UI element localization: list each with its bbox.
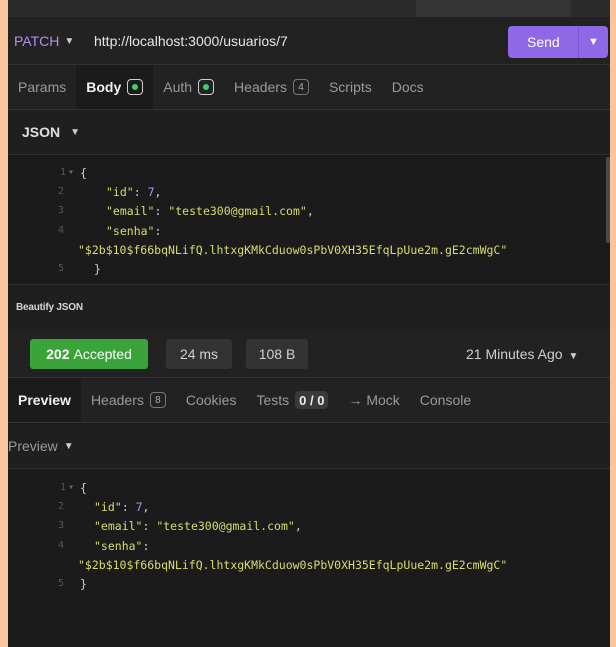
tab-label: Headers: [90, 392, 144, 408]
tab-label: Cookies: [185, 392, 237, 408]
chevron-down-icon: ▼: [63, 440, 74, 452]
code-line: "$2b$10$f66bqNLifQ.lhtxgKMkCduow0sPbV0XH…: [78, 243, 508, 257]
tab-preview[interactable]: Preview: [8, 378, 81, 422]
tab-label: Preview: [18, 392, 71, 408]
status-badge: 202 Accepted: [30, 339, 148, 369]
tab-auth[interactable]: Auth: [153, 65, 224, 109]
tab-cookies[interactable]: Cookies: [176, 378, 247, 422]
send-divider: [578, 26, 579, 58]
preview-mode-label: Preview: [8, 438, 58, 454]
code-line: {: [80, 481, 87, 495]
beautify-json-button[interactable]: Beautify JSON: [8, 284, 610, 331]
code-line: }: [94, 262, 101, 276]
tab-label: Console: [419, 392, 472, 408]
chevron-down-icon: ▼: [568, 351, 579, 362]
response-body-viewer: 1 ▾ { 2 "id": 7, 3 "email": "teste300@gma…: [8, 470, 610, 647]
method-label: PATCH: [14, 33, 60, 49]
headers-count-badge: 4: [292, 79, 309, 95]
code-line: "id": 7,: [106, 185, 162, 199]
response-time-badge: 24 ms: [166, 339, 232, 369]
code-line: "$2b$10$f66bqNLifQ.lhtxgKMkCduow0sPbV0XH…: [78, 558, 508, 572]
tab-label: Body: [86, 79, 122, 95]
tab-mock[interactable]: → Mock: [338, 378, 409, 422]
url-input[interactable]: http://localhost:3000/usuarios/7: [94, 33, 288, 49]
line-number: 4: [57, 540, 64, 551]
send-button[interactable]: Send ▼: [508, 26, 608, 58]
tab-params[interactable]: Params: [8, 65, 76, 109]
response-size-badge: 108 B: [246, 339, 308, 369]
tab-response-headers[interactable]: Headers 8: [81, 378, 176, 422]
tab-label: Auth: [163, 79, 193, 95]
code-line: "senha":: [106, 224, 162, 238]
request-url-bar: PATCH ▼ http://localhost:3000/usuarios/7…: [8, 17, 610, 65]
window-top-strip: [8, 0, 610, 17]
tab-label: Headers: [234, 79, 287, 95]
line-number: 2: [57, 501, 64, 512]
line-number: 3: [57, 520, 64, 531]
top-tab-area: [416, 0, 571, 17]
chevron-down-icon: ▼: [70, 126, 81, 138]
status-dot-icon: [127, 79, 144, 95]
line-number: 3: [57, 205, 64, 216]
chevron-down-icon[interactable]: ▼: [588, 36, 599, 48]
status-dot-icon: [198, 79, 215, 95]
send-label: Send: [527, 34, 560, 50]
headers-count-badge: 8: [149, 392, 166, 408]
tab-label: Params: [18, 79, 67, 95]
tab-tests[interactable]: Tests 0 / 0: [246, 378, 338, 422]
line-number: 5: [57, 263, 64, 274]
beautify-label: Beautify JSON: [16, 302, 83, 313]
code-line: }: [80, 577, 87, 591]
line-number: 2: [57, 186, 64, 197]
request-body-editor[interactable]: 1 ▾ { 2 "id": 7, 3 "email": "teste300@gma…: [8, 155, 610, 283]
tab-docs[interactable]: Docs: [382, 65, 434, 109]
body-type-label: JSON: [22, 124, 61, 140]
method-selector[interactable]: PATCH ▼: [14, 33, 74, 49]
tab-console[interactable]: Console: [410, 378, 481, 422]
request-tabs: Params Body Auth Headers 4 Scripts Docs: [8, 65, 610, 110]
code-line: "email": "teste300@gmail.com",: [106, 204, 314, 218]
tab-label: → Mock: [348, 392, 400, 408]
response-tabs: Preview Headers 8 Cookies Tests 0 / 0 → Mo…: [8, 378, 610, 423]
response-history-selector[interactable]: 21 Minutes Ago ▼: [466, 346, 578, 362]
code-line: "email": "teste300@gmail.com",: [94, 519, 302, 533]
code-line: "id": 7,: [94, 500, 150, 514]
tab-label: Scripts: [328, 79, 372, 95]
tab-label: Docs: [391, 79, 424, 95]
line-number: 5: [57, 578, 64, 589]
line-number: 1 ▾: [59, 482, 74, 493]
code-line: {: [80, 166, 87, 180]
editor-scrollbar[interactable]: [606, 157, 610, 243]
code-line: "senha":: [94, 539, 150, 553]
tab-scripts[interactable]: Scripts: [319, 65, 382, 109]
api-client-window: PATCH ▼ http://localhost:3000/usuarios/7…: [8, 0, 610, 647]
tab-headers[interactable]: Headers 4: [224, 65, 319, 109]
body-type-selector[interactable]: JSON ▼: [8, 110, 610, 155]
history-label: 21 Minutes Ago: [466, 346, 563, 362]
preview-mode-selector[interactable]: Preview ▼: [8, 424, 610, 469]
tab-body[interactable]: Body: [76, 65, 154, 109]
chevron-down-icon: ▼: [64, 35, 75, 47]
response-status-bar: 202 Accepted 24 ms 108 B 21 Minutes Ago ▼: [8, 331, 610, 378]
tab-label: Tests: [256, 392, 290, 408]
line-number: 4: [57, 225, 64, 236]
line-number: 1 ▾: [59, 167, 74, 178]
tests-count-badge: 0 / 0: [295, 391, 329, 409]
